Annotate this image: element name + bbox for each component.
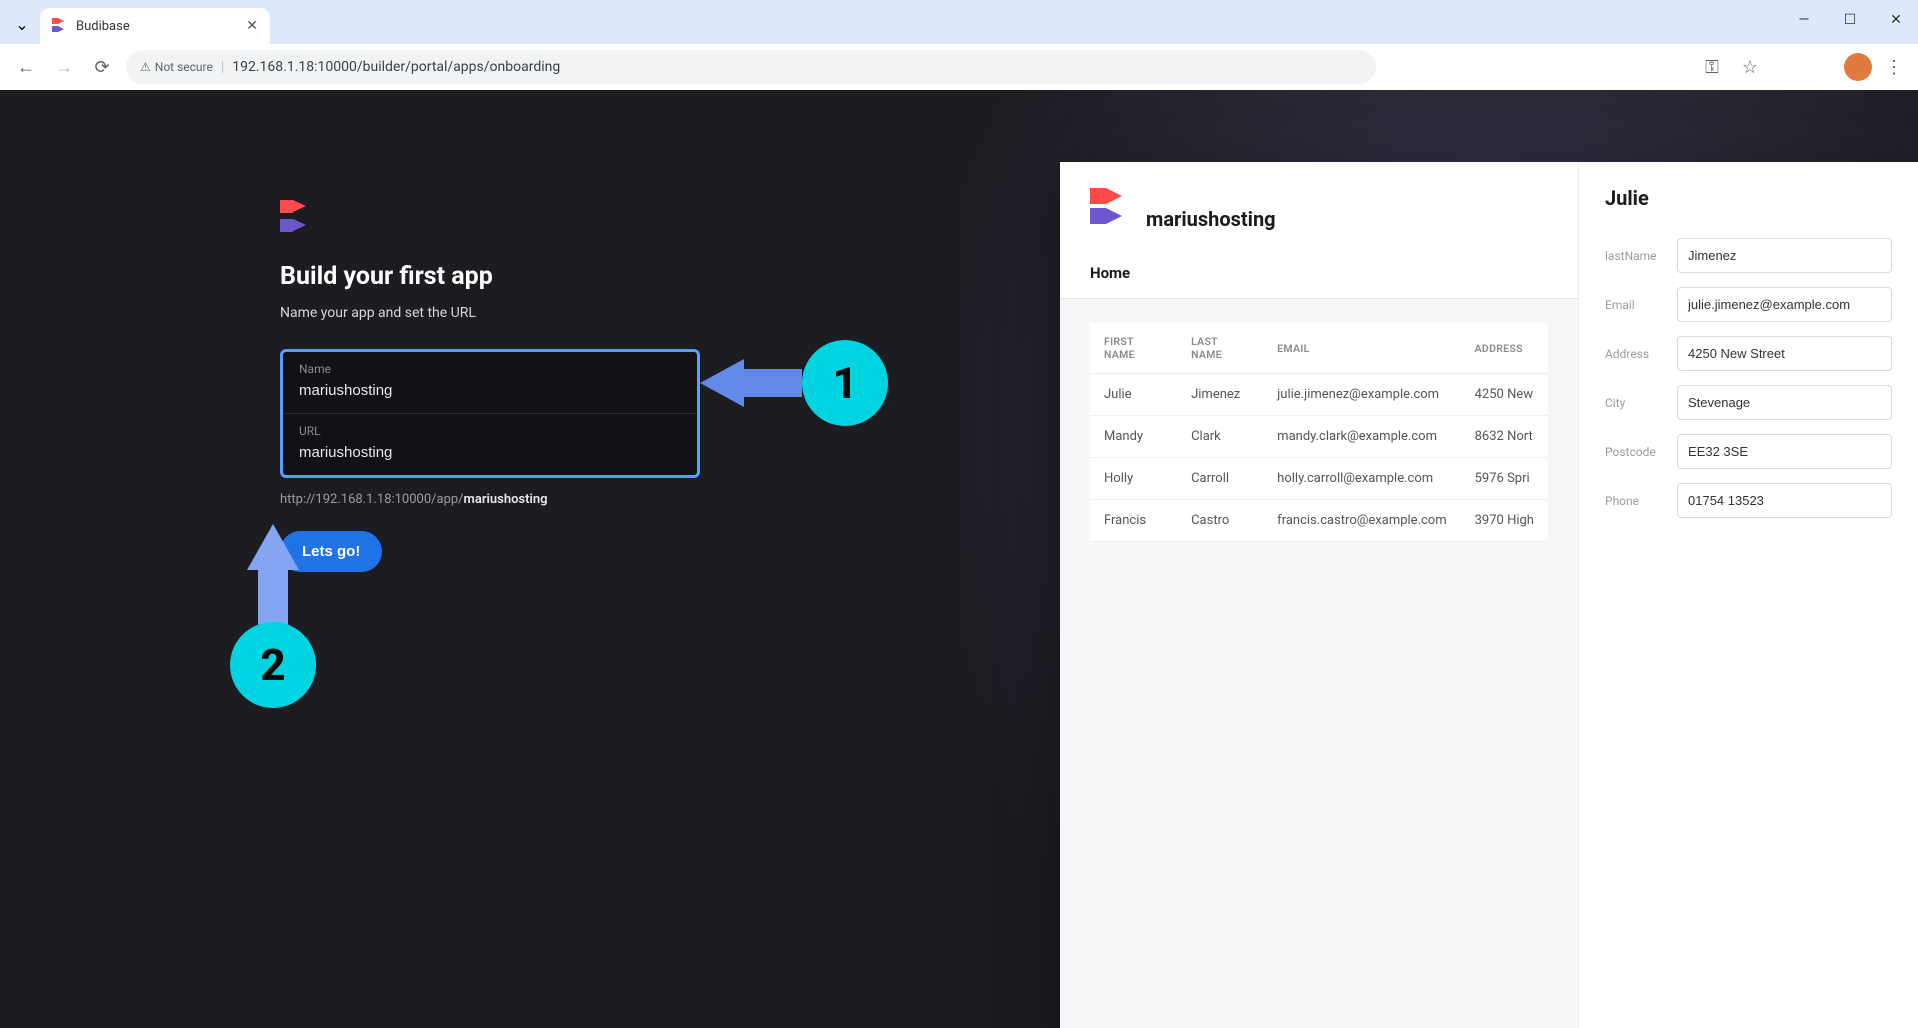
- table-row[interactable]: Holly Carroll holly.carroll@example.com …: [1090, 458, 1548, 500]
- preview-app-title: mariushosting: [1146, 207, 1276, 231]
- col-email[interactable]: EMAIL: [1263, 323, 1460, 374]
- nav-reload-button[interactable]: ⟳: [88, 53, 116, 81]
- tab-bar: ⌄ Budibase ✕: [0, 0, 1918, 44]
- table-row[interactable]: Julie Jimenez julie.jimenez@example.com …: [1090, 374, 1548, 416]
- postcode-input[interactable]: [1677, 434, 1892, 469]
- data-table: FIRST NAME LAST NAME EMAIL ADDRESS Julie…: [1090, 323, 1548, 542]
- password-key-icon[interactable]: ⚿: [1698, 53, 1726, 81]
- url-input[interactable]: ⚠ Not secure | 192.168.1.18:10000/builde…: [126, 50, 1376, 84]
- field-lastname: lastName: [1605, 238, 1892, 273]
- detail-title: Julie: [1605, 186, 1892, 210]
- annotation-step-1: 1: [700, 340, 888, 426]
- field-postcode: Postcode: [1605, 434, 1892, 469]
- arrow-up-icon: [247, 524, 299, 626]
- tab-search-dropdown[interactable]: ⌄: [8, 10, 36, 38]
- city-input[interactable]: [1677, 385, 1892, 420]
- preview-logo-icon: [1090, 188, 1130, 222]
- window-minimize-icon[interactable]: —: [1790, 6, 1818, 34]
- col-lastname[interactable]: LAST NAME: [1177, 323, 1263, 374]
- page-title: Build your first app: [280, 262, 960, 291]
- field-city: City: [1605, 385, 1892, 420]
- nav-forward-button[interactable]: →: [50, 53, 78, 81]
- url-field[interactable]: URL: [283, 414, 697, 475]
- email-input[interactable]: [1677, 287, 1892, 322]
- field-email: Email: [1605, 287, 1892, 322]
- name-field[interactable]: Name: [283, 352, 697, 414]
- preview-window: mariushosting Home FIRST NAME LAST NAME …: [1060, 162, 1918, 1028]
- preview-detail-panel: Julie lastName Email Address City: [1578, 162, 1918, 1028]
- table-row[interactable]: Mandy Clark mandy.clark@example.com 8632…: [1090, 416, 1548, 458]
- security-chip[interactable]: ⚠ Not secure: [140, 60, 213, 74]
- app-url-helper: http://192.168.1.18:10000/app/mariushost…: [280, 492, 960, 507]
- warning-icon: ⚠: [140, 60, 151, 74]
- arrow-left-icon: [700, 359, 744, 407]
- url-text: 192.168.1.18:10000/builder/portal/apps/o…: [232, 59, 560, 75]
- tab-title: Budibase: [76, 19, 130, 34]
- preview-header: mariushosting: [1060, 162, 1578, 264]
- profile-avatar[interactable]: [1844, 53, 1872, 81]
- url-label: URL: [299, 424, 681, 438]
- page-subtitle: Name your app and set the URL: [280, 305, 960, 321]
- preview-main: mariushosting Home FIRST NAME LAST NAME …: [1060, 162, 1578, 1028]
- nav-back-button[interactable]: ←: [12, 53, 40, 81]
- app-fields-group: Name URL: [280, 349, 700, 478]
- budibase-logo-icon: [280, 200, 320, 234]
- bookmark-star-icon[interactable]: ☆: [1736, 53, 1764, 81]
- field-phone: Phone: [1605, 483, 1892, 518]
- preview-pane: mariushosting Home FIRST NAME LAST NAME …: [960, 90, 1918, 1028]
- window-maximize-icon[interactable]: ☐: [1836, 6, 1864, 34]
- url-input-app[interactable]: [299, 444, 681, 461]
- field-address: Address: [1605, 336, 1892, 371]
- window-controls: — ☐ ✕: [1790, 6, 1910, 34]
- lastname-input[interactable]: [1677, 238, 1892, 273]
- onboarding-panel: Build your first app Name your app and s…: [0, 90, 960, 1028]
- app-viewport: Build your first app Name your app and s…: [0, 90, 1918, 1028]
- browser-chrome: ⌄ Budibase ✕ — ☐ ✕ ← → ⟳ ⚠ Not secure | …: [0, 0, 1918, 90]
- name-input[interactable]: [299, 382, 681, 399]
- address-input[interactable]: [1677, 336, 1892, 371]
- budibase-favicon: [52, 18, 68, 34]
- annotation-step-2: 2: [230, 524, 316, 708]
- name-label: Name: [299, 362, 681, 376]
- phone-input[interactable]: [1677, 483, 1892, 518]
- preview-nav-home[interactable]: Home: [1060, 264, 1578, 298]
- address-bar: ← → ⟳ ⚠ Not secure | 192.168.1.18:10000/…: [0, 44, 1918, 90]
- tab-close-icon[interactable]: ✕: [246, 18, 258, 34]
- step-badge-1: 1: [802, 340, 888, 426]
- window-close-icon[interactable]: ✕: [1882, 6, 1910, 34]
- col-address[interactable]: ADDRESS: [1461, 323, 1548, 374]
- browser-menu-icon[interactable]: ⋮: [1882, 57, 1906, 78]
- preview-body: FIRST NAME LAST NAME EMAIL ADDRESS Julie…: [1060, 299, 1578, 1028]
- step-badge-2: 2: [230, 622, 316, 708]
- not-secure-label: Not secure: [155, 60, 213, 74]
- table-row[interactable]: Francis Castro francis.castro@example.co…: [1090, 500, 1548, 542]
- col-firstname[interactable]: FIRST NAME: [1090, 323, 1177, 374]
- browser-tab[interactable]: Budibase ✕: [40, 8, 270, 44]
